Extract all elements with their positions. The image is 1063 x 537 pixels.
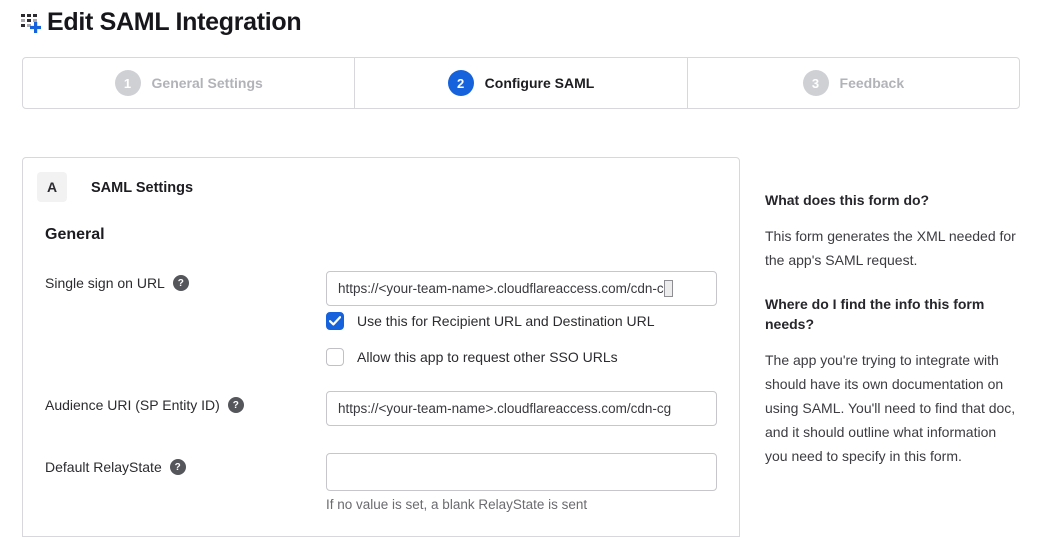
group-title-general: General bbox=[45, 226, 105, 244]
help-icon[interactable]: ? bbox=[228, 397, 244, 413]
step-label: Configure SAML bbox=[485, 75, 595, 91]
page-title: Edit SAML Integration bbox=[47, 8, 301, 37]
audience-uri-label-text: Audience URI (SP Entity ID) bbox=[45, 397, 220, 413]
sso-url-input[interactable]: https://<your-team-name>.cloudflareacces… bbox=[326, 271, 717, 306]
page-header: Edit SAML Integration bbox=[20, 8, 301, 37]
checkbox-unchecked-icon[interactable] bbox=[326, 348, 344, 366]
step-number-badge: 3 bbox=[803, 70, 829, 96]
relay-state-helper-text: If no value is set, a blank RelayState i… bbox=[326, 497, 587, 512]
audience-uri-label: Audience URI (SP Entity ID) ? bbox=[45, 397, 244, 413]
help-icon[interactable]: ? bbox=[170, 459, 186, 475]
audience-uri-value: https://<your-team-name>.cloudflareacces… bbox=[338, 401, 671, 416]
sidebar-heading: Where do I find the info this form needs… bbox=[765, 294, 1017, 334]
add-application-icon bbox=[20, 10, 44, 36]
step-general-settings[interactable]: 1 General Settings bbox=[23, 58, 354, 108]
step-configure-saml[interactable]: 2 Configure SAML bbox=[354, 58, 686, 108]
step-label: General Settings bbox=[152, 75, 263, 91]
relay-state-label-text: Default RelayState bbox=[45, 459, 162, 475]
step-number-badge: 2 bbox=[448, 70, 474, 96]
sso-url-label: Single sign on URL ? bbox=[45, 275, 189, 291]
section-title: SAML Settings bbox=[91, 180, 193, 196]
sidebar-paragraph: This form generates the XML needed for t… bbox=[765, 224, 1017, 272]
text-cursor bbox=[664, 280, 673, 297]
checkbox-checked-icon[interactable] bbox=[326, 312, 344, 330]
step-number-badge: 1 bbox=[115, 70, 141, 96]
saml-settings-panel: A SAML Settings General Single sign on U… bbox=[22, 157, 740, 537]
help-icon[interactable]: ? bbox=[173, 275, 189, 291]
help-sidebar: What does this form do? This form genera… bbox=[765, 190, 1017, 490]
sso-url-label-text: Single sign on URL bbox=[45, 275, 165, 291]
sidebar-heading: What does this form do? bbox=[765, 190, 1017, 210]
sidebar-paragraph: The app you're trying to integrate with … bbox=[765, 348, 1017, 468]
audience-uri-input[interactable]: https://<your-team-name>.cloudflareacces… bbox=[326, 391, 717, 426]
recipient-url-checkbox-row[interactable]: Use this for Recipient URL and Destinati… bbox=[326, 312, 655, 330]
relay-state-input[interactable] bbox=[326, 453, 717, 491]
sso-url-value: https://<your-team-name>.cloudflareacces… bbox=[338, 281, 671, 296]
step-feedback[interactable]: 3 Feedback bbox=[687, 58, 1019, 108]
checkbox-label: Use this for Recipient URL and Destinati… bbox=[357, 313, 655, 329]
step-label: Feedback bbox=[840, 75, 905, 91]
section-letter-badge: A bbox=[37, 172, 67, 202]
wizard-stepper: 1 General Settings 2 Configure SAML 3 Fe… bbox=[22, 57, 1020, 109]
relay-state-label: Default RelayState ? bbox=[45, 459, 186, 475]
checkbox-label: Allow this app to request other SSO URLs bbox=[357, 349, 618, 365]
other-sso-urls-checkbox-row[interactable]: Allow this app to request other SSO URLs bbox=[326, 348, 618, 366]
